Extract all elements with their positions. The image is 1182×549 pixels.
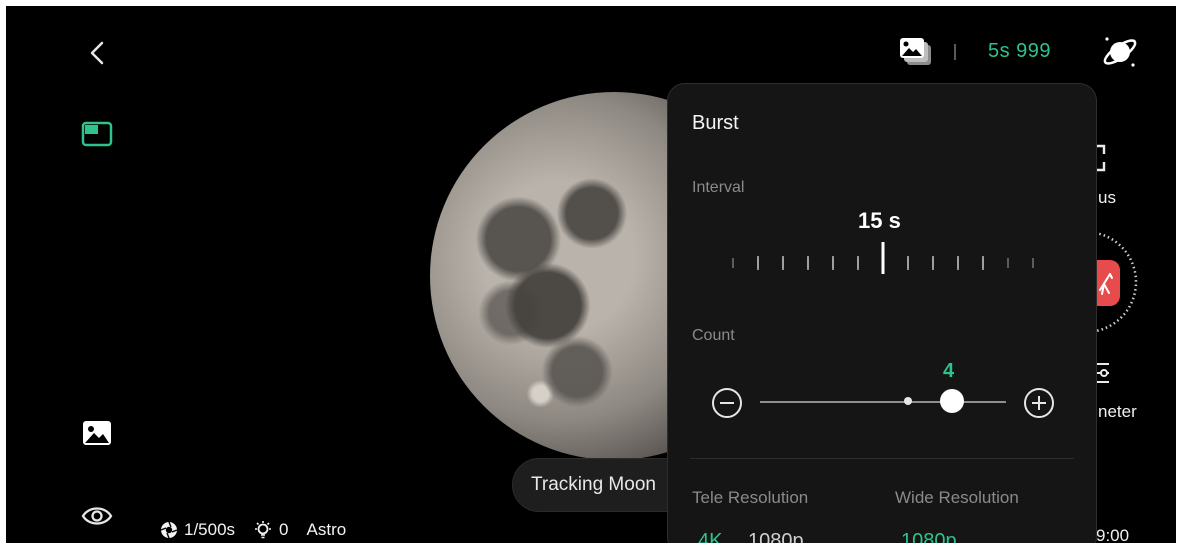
count-slider-knob[interactable]: [940, 389, 964, 413]
exposure-value: 0: [279, 520, 289, 539]
count-decrease-button[interactable]: [710, 386, 744, 420]
burst-status[interactable]: 5s 999: [988, 40, 1051, 63]
tele-resolution-label: Tele Resolution: [692, 488, 809, 507]
burst-settings-panel: Burst Interval 15 s Count 4 Tele Resolut…: [667, 83, 1097, 543]
planet-icon[interactable]: [1100, 32, 1140, 72]
shutter-speed: 1/500s: [184, 520, 236, 539]
tracking-label: Tracking Moon: [531, 474, 656, 495]
count-increase-button[interactable]: [1022, 386, 1056, 420]
eye-icon[interactable]: [80, 502, 114, 530]
wide-resolution-label: Wide Resolution: [895, 488, 1019, 507]
exposure-icon: [255, 521, 272, 539]
exposure-info-bar: 1/500s 0 Astro: [160, 520, 346, 540]
parameter-icon[interactable]: [1096, 360, 1112, 386]
count-slider-mark: [904, 397, 912, 405]
wide-resolution-1080p-option[interactable]: 1080p: [901, 530, 957, 543]
parameter-label[interactable]: neter: [1098, 402, 1137, 422]
panel-title: Burst: [692, 112, 739, 134]
panel-divider: [690, 458, 1074, 459]
burst-mode-icon[interactable]: [898, 36, 934, 68]
layout-icon[interactable]: [80, 120, 114, 148]
back-icon[interactable]: [86, 40, 108, 66]
camera-viewfinder: 5s 999 1/500s 0 Astro Tracking Moon us n…: [6, 6, 1176, 543]
shutter-button[interactable]: [1094, 260, 1120, 306]
count-slider-track[interactable]: [760, 401, 1006, 403]
interval-value: 15 s: [858, 208, 901, 233]
interval-label: Interval: [692, 179, 745, 196]
interval-scale[interactable]: [723, 234, 1043, 284]
gallery-icon[interactable]: [80, 418, 114, 448]
focus-label[interactable]: us: [1098, 188, 1116, 208]
time-label: 9:00: [1096, 526, 1130, 543]
tele-resolution-4k-option[interactable]: 4K: [698, 530, 722, 543]
top-divider: [954, 44, 956, 60]
count-label: Count: [692, 327, 735, 344]
aperture-icon: [160, 521, 178, 539]
scene-mode: Astro: [306, 520, 347, 539]
count-value: 4: [943, 360, 955, 382]
tele-resolution-1080p-option[interactable]: 1080p: [748, 530, 804, 543]
telescope-icon: [1099, 273, 1113, 295]
